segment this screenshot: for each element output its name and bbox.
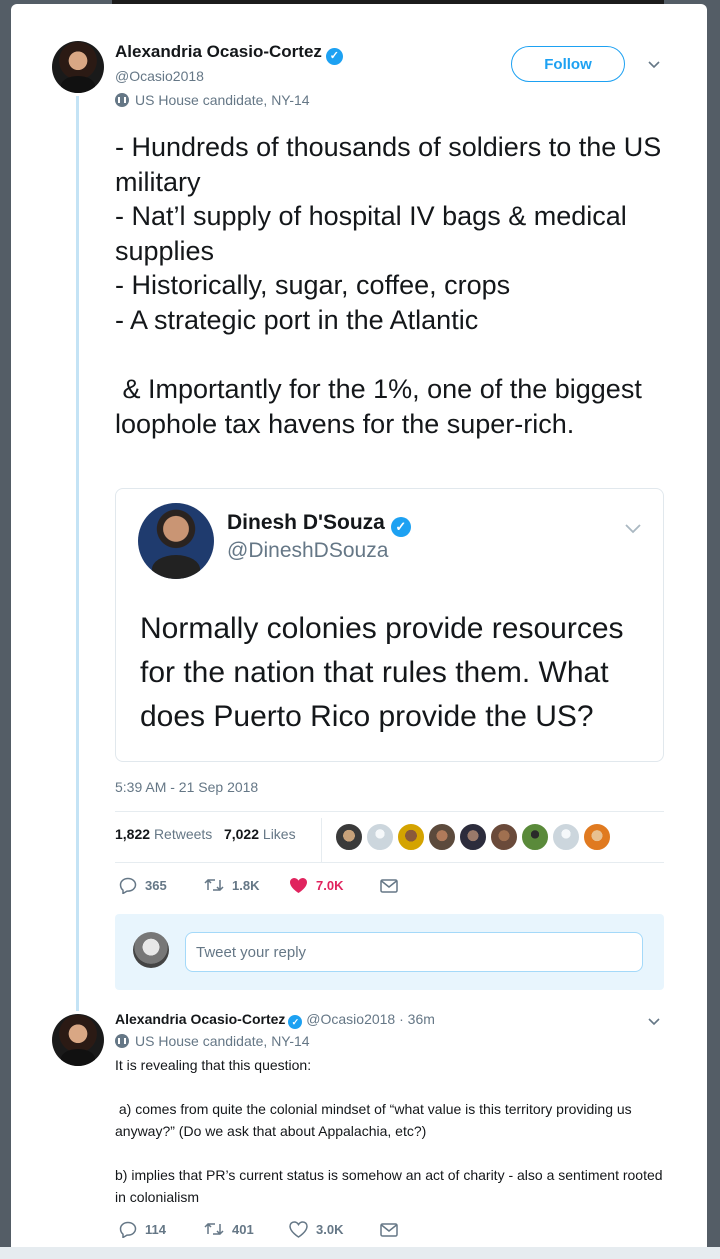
liker-avatar[interactable] <box>521 823 549 851</box>
chevron-down-icon[interactable] <box>647 1017 661 1027</box>
engagement-stats: 1,822 Retweets 7,022 Likes <box>115 826 296 842</box>
heart-icon <box>289 1221 308 1238</box>
tweet-text: - Hundreds of thousands of soldiers to t… <box>115 132 662 439</box>
envelope-icon <box>380 879 398 893</box>
divider <box>115 811 664 812</box>
like-button[interactable]: 7.0K <box>289 877 343 894</box>
quoted-author-avatar[interactable] <box>138 503 214 579</box>
heart-icon <box>290 878 307 893</box>
current-user-avatar[interactable] <box>133 932 169 968</box>
reply-count: 114 <box>145 1222 166 1237</box>
quoted-author-handle[interactable]: @DineshDSouza <box>227 539 388 563</box>
chevron-down-icon[interactable] <box>624 523 642 535</box>
retweet-icon <box>204 1222 224 1236</box>
verified-icon: ✓ <box>288 1015 303 1029</box>
quoted-tweet-text: Normally colonies provide resources for … <box>140 612 624 733</box>
liker-avatar[interactable] <box>552 823 580 851</box>
quoted-tweet[interactable]: Dinesh D'Souza ✓ @DineshDSouza Normally c… <box>115 488 664 762</box>
likes-stat[interactable]: 7,022 Likes <box>224 826 296 842</box>
building-icon <box>115 93 129 107</box>
author-name[interactable]: Alexandria Ocasio-Cortez <box>115 42 322 61</box>
reply-icon <box>119 1221 137 1238</box>
author-handle[interactable]: @Ocasio2018 <box>115 68 204 84</box>
reply-button[interactable]: 114 <box>119 1221 166 1238</box>
reply-author-handle[interactable]: @Ocasio2018 <box>306 1011 395 1027</box>
retweet-button[interactable]: 401 <box>204 1221 254 1237</box>
retweet-count: 1.8K <box>232 877 260 893</box>
tweet-timestamp[interactable]: 5:39 AM - 21 Sep 2018 <box>115 779 258 795</box>
like-count: 3.0K <box>316 1222 344 1237</box>
reply-author-label: US House candidate, NY-14 <box>135 1033 310 1049</box>
like-count: 7.0K <box>316 878 344 893</box>
reply-time[interactable]: · 36m <box>399 1011 435 1027</box>
reply-input[interactable] <box>185 932 643 972</box>
thread-line <box>76 96 79 1011</box>
tweet-card: Alexandria Ocasio-Cortez ✓ @Ocasio2018 US… <box>11 4 707 1259</box>
reply-author-avatar[interactable] <box>52 1014 104 1066</box>
author-avatar[interactable] <box>52 41 104 93</box>
divider <box>115 862 664 863</box>
liker-avatar[interactable] <box>397 823 425 851</box>
retweet-icon <box>204 878 224 892</box>
retweet-count: 401 <box>232 1221 254 1237</box>
reply-paragraph: a) comes from quite the colonial mindset… <box>115 1101 636 1139</box>
follow-button[interactable]: Follow <box>511 46 625 82</box>
liker-avatar[interactable] <box>335 823 363 851</box>
liker-avatar[interactable] <box>428 823 456 851</box>
liker-avatar[interactable] <box>366 823 394 851</box>
author-label: US House candidate, NY-14 <box>135 92 310 108</box>
liker-avatar[interactable] <box>490 823 518 851</box>
reply-icon <box>119 877 137 894</box>
chevron-down-icon[interactable] <box>647 60 661 70</box>
reply-paragraph: It is revealing that this question: <box>115 1057 312 1073</box>
reply-count: 365 <box>145 878 167 893</box>
quoted-author-name[interactable]: Dinesh D'Souza <box>227 511 385 534</box>
verified-icon: ✓ <box>390 517 411 537</box>
reply-author-name[interactable]: Alexandria Ocasio-Cortez <box>115 1011 285 1027</box>
page-bottom-strip <box>0 1247 720 1259</box>
direct-message-button[interactable] <box>380 1223 398 1237</box>
liker-avatar[interactable] <box>459 823 487 851</box>
building-icon <box>115 1034 129 1048</box>
retweets-stat[interactable]: 1,822 Retweets <box>115 826 212 842</box>
verified-icon: ✓ <box>325 48 343 65</box>
reply-tweet-text: It is revealing that this question: a) c… <box>115 1054 675 1208</box>
retweet-button[interactable]: 1.8K <box>204 877 259 893</box>
direct-message-button[interactable] <box>380 879 398 893</box>
envelope-icon <box>380 1223 398 1237</box>
like-button[interactable]: 3.0K <box>289 1221 343 1238</box>
stats-separator <box>321 818 322 862</box>
reply-compose <box>115 914 664 990</box>
reply-paragraph: b) implies that PR’s current status is s… <box>115 1167 663 1205</box>
reply-button[interactable]: 365 <box>119 877 167 894</box>
liker-avatar[interactable] <box>583 823 611 851</box>
